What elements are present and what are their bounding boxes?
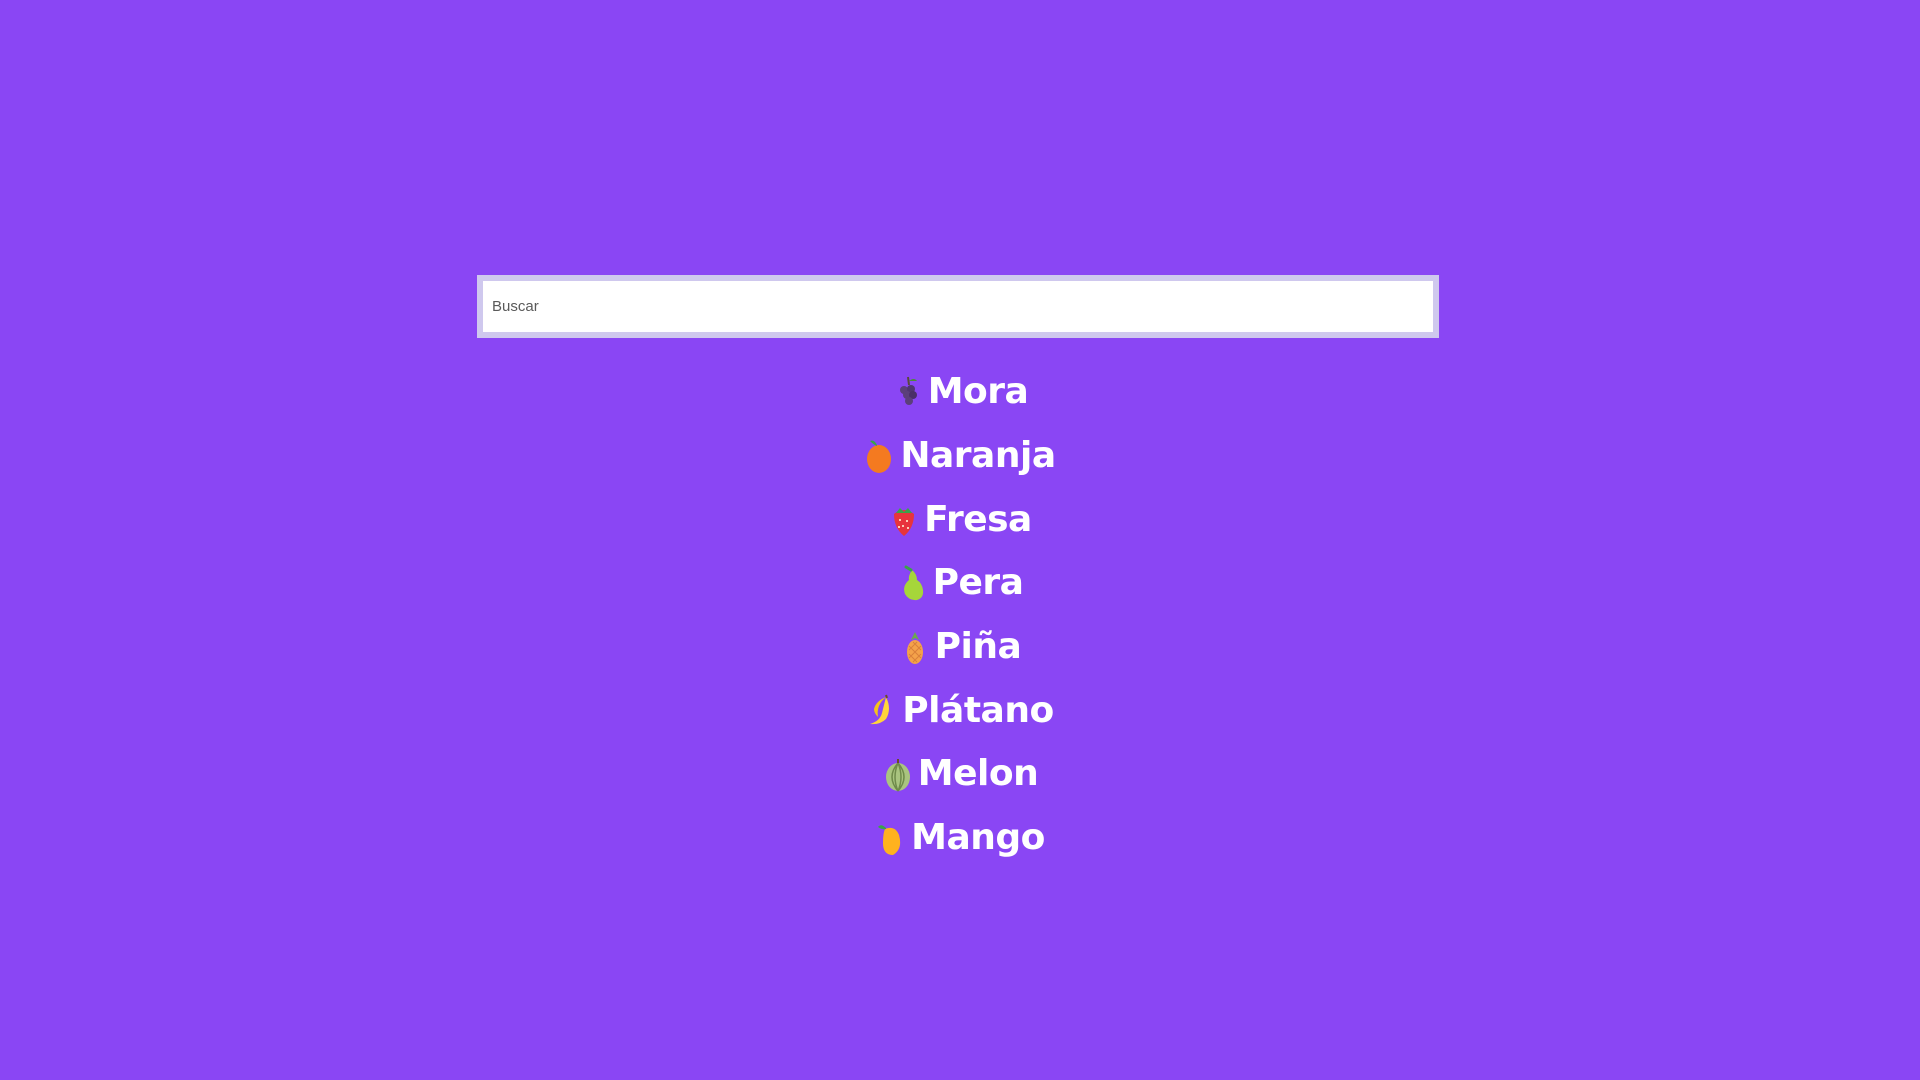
- list-item: Mora: [0, 360, 1920, 424]
- list-item: Mango: [0, 806, 1920, 870]
- search-box: [477, 275, 1439, 338]
- fruit-label: Mora: [927, 371, 1029, 413]
- fruit-label: Piña: [934, 626, 1022, 668]
- banana-icon: [866, 691, 898, 729]
- list-item: Pera: [0, 551, 1920, 615]
- pineapple-icon: [899, 628, 931, 666]
- melon-icon: [882, 755, 914, 793]
- blackberry-icon: [892, 373, 924, 411]
- orange-icon: [864, 437, 896, 475]
- fruit-label: Fresa: [924, 498, 1032, 540]
- list-item: Melon: [0, 742, 1920, 806]
- strawberry-icon: [888, 500, 920, 538]
- fruit-label: Mango: [911, 817, 1045, 859]
- fruit-label: Plátano: [902, 689, 1054, 731]
- fruit-label: Melon: [917, 753, 1039, 795]
- list-item: Naranja: [0, 424, 1920, 488]
- list-item: Plátano: [0, 678, 1920, 742]
- fruit-label: Pera: [932, 562, 1024, 604]
- search-input[interactable]: [483, 281, 1433, 332]
- page: Mora Naranja: [0, 0, 1920, 1080]
- mango-icon: [875, 819, 907, 857]
- pear-icon: [897, 564, 929, 602]
- list-item: Fresa: [0, 487, 1920, 551]
- list-item: Piña: [0, 615, 1920, 679]
- fruit-list: Mora Naranja Fresa Pera Piña Plátano Mel…: [0, 360, 1920, 870]
- fruit-label: Naranja: [900, 435, 1056, 477]
